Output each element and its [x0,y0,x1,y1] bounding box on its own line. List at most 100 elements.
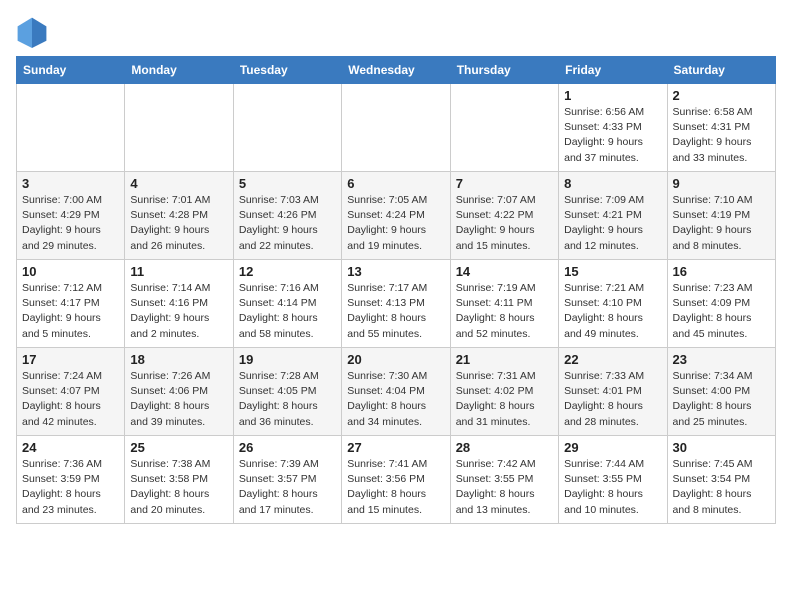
day-number: 27 [347,440,444,455]
day-number: 20 [347,352,444,367]
weekday-header-tuesday: Tuesday [233,57,341,84]
weekday-header-saturday: Saturday [667,57,775,84]
day-number: 11 [130,264,227,279]
calendar-week-1: 1Sunrise: 6:56 AM Sunset: 4:33 PM Daylig… [17,84,776,172]
weekday-header-friday: Friday [559,57,667,84]
day-number: 29 [564,440,661,455]
calendar-cell: 28 Sunrise: 7:42 AM Sunset: 3:55 PM Dayli… [450,436,558,524]
day-number: 13 [347,264,444,279]
day-info: Sunrise: 7:10 AM Sunset: 4:19 PM Dayligh… [673,193,770,254]
logo-icon [16,16,48,48]
calendar-cell: 24 Sunrise: 7:36 AM Sunset: 3:59 PM Dayli… [17,436,125,524]
calendar-cell: 20 Sunrise: 7:30 AM Sunset: 4:04 PM Dayli… [342,348,450,436]
day-number: 15 [564,264,661,279]
day-info: Sunrise: 7:42 AM Sunset: 3:55 PM Dayligh… [456,457,553,518]
calendar-cell: 25Sunrise: 7:38 AM Sunset: 3:58 PM Dayli… [125,436,233,524]
calendar-cell: 1Sunrise: 6:56 AM Sunset: 4:33 PM Daylig… [559,84,667,172]
weekday-header-monday: Monday [125,57,233,84]
calendar-week-3: 10Sunrise: 7:12 AM Sunset: 4:17 PM Dayli… [17,260,776,348]
calendar-cell: 7 Sunrise: 7:07 AM Sunset: 4:22 PM Daylig… [450,172,558,260]
day-number: 23 [673,352,770,367]
day-number: 5 [239,176,336,191]
calendar-cell: 5 Sunrise: 7:03 AM Sunset: 4:26 PM Daylig… [233,172,341,260]
day-info: Sunrise: 7:03 AM Sunset: 4:26 PM Dayligh… [239,193,336,254]
calendar-cell: 9 Sunrise: 7:10 AM Sunset: 4:19 PM Daylig… [667,172,775,260]
calendar-cell: 27 Sunrise: 7:41 AM Sunset: 3:56 PM Dayli… [342,436,450,524]
calendar-cell: 4 Sunrise: 7:01 AM Sunset: 4:28 PM Daylig… [125,172,233,260]
day-info: Sunrise: 7:33 AM Sunset: 4:01 PM Dayligh… [564,369,661,430]
day-info: Sunrise: 7:41 AM Sunset: 3:56 PM Dayligh… [347,457,444,518]
day-number: 28 [456,440,553,455]
day-info: Sunrise: 7:38 AM Sunset: 3:58 PM Dayligh… [130,457,227,518]
day-info: Sunrise: 7:45 AM Sunset: 3:54 PM Dayligh… [673,457,770,518]
day-number: 9 [673,176,770,191]
day-info: Sunrise: 7:09 AM Sunset: 4:21 PM Dayligh… [564,193,661,254]
day-number: 2 [673,88,770,103]
calendar-cell: 10Sunrise: 7:12 AM Sunset: 4:17 PM Dayli… [17,260,125,348]
calendar-cell: 12 Sunrise: 7:16 AM Sunset: 4:14 PM Dayli… [233,260,341,348]
day-info: Sunrise: 7:31 AM Sunset: 4:02 PM Dayligh… [456,369,553,430]
calendar-table: SundayMondayTuesdayWednesdayThursdayFrid… [16,56,776,524]
day-info: Sunrise: 7:14 AM Sunset: 4:16 PM Dayligh… [130,281,227,342]
day-info: Sunrise: 7:24 AM Sunset: 4:07 PM Dayligh… [22,369,119,430]
day-number: 18 [130,352,227,367]
day-info: Sunrise: 7:28 AM Sunset: 4:05 PM Dayligh… [239,369,336,430]
calendar-cell [125,84,233,172]
calendar-cell [342,84,450,172]
calendar-cell: 29 Sunrise: 7:44 AM Sunset: 3:55 PM Dayli… [559,436,667,524]
calendar-cell: 21 Sunrise: 7:31 AM Sunset: 4:02 PM Dayli… [450,348,558,436]
calendar-cell: 11 Sunrise: 7:14 AM Sunset: 4:16 PM Dayli… [125,260,233,348]
calendar-cell: 18 Sunrise: 7:26 AM Sunset: 4:06 PM Dayli… [125,348,233,436]
calendar-header-row: SundayMondayTuesdayWednesdayThursdayFrid… [17,57,776,84]
day-number: 17 [22,352,119,367]
logo [16,16,52,48]
day-number: 21 [456,352,553,367]
day-info: Sunrise: 7:39 AM Sunset: 3:57 PM Dayligh… [239,457,336,518]
calendar-cell: 26 Sunrise: 7:39 AM Sunset: 3:57 PM Dayli… [233,436,341,524]
day-number: 30 [673,440,770,455]
day-info: Sunrise: 7:34 AM Sunset: 4:00 PM Dayligh… [673,369,770,430]
day-info: Sunrise: 7:07 AM Sunset: 4:22 PM Dayligh… [456,193,553,254]
day-info: Sunrise: 7:36 AM Sunset: 3:59 PM Dayligh… [22,457,119,518]
day-number: 26 [239,440,336,455]
calendar-cell: 15 Sunrise: 7:21 AM Sunset: 4:10 PM Dayli… [559,260,667,348]
day-info: Sunrise: 7:44 AM Sunset: 3:55 PM Dayligh… [564,457,661,518]
day-info: Sunrise: 7:23 AM Sunset: 4:09 PM Dayligh… [673,281,770,342]
calendar-cell: 3 Sunrise: 7:00 AM Sunset: 4:29 PM Daylig… [17,172,125,260]
calendar-cell: 17 Sunrise: 7:24 AM Sunset: 4:07 PM Dayli… [17,348,125,436]
calendar-week-5: 24 Sunrise: 7:36 AM Sunset: 3:59 PM Dayli… [17,436,776,524]
day-number: 14 [456,264,553,279]
calendar-cell: 30 Sunrise: 7:45 AM Sunset: 3:54 PM Dayli… [667,436,775,524]
day-info: Sunrise: 7:01 AM Sunset: 4:28 PM Dayligh… [130,193,227,254]
weekday-header-wednesday: Wednesday [342,57,450,84]
calendar-cell: 13 Sunrise: 7:17 AM Sunset: 4:13 PM Dayli… [342,260,450,348]
calendar-cell: 22 Sunrise: 7:33 AM Sunset: 4:01 PM Dayli… [559,348,667,436]
day-number: 22 [564,352,661,367]
calendar-cell [17,84,125,172]
day-number: 4 [130,176,227,191]
page-header [16,16,776,48]
day-number: 10 [22,264,119,279]
day-info: Sunrise: 7:26 AM Sunset: 4:06 PM Dayligh… [130,369,227,430]
day-number: 16 [673,264,770,279]
day-number: 24 [22,440,119,455]
day-info: Sunrise: 7:16 AM Sunset: 4:14 PM Dayligh… [239,281,336,342]
day-info: Sunrise: 7:00 AM Sunset: 4:29 PM Dayligh… [22,193,119,254]
calendar-cell: 16 Sunrise: 7:23 AM Sunset: 4:09 PM Dayli… [667,260,775,348]
day-info: Sunrise: 7:21 AM Sunset: 4:10 PM Dayligh… [564,281,661,342]
day-number: 6 [347,176,444,191]
day-number: 12 [239,264,336,279]
day-info: Sunrise: 7:30 AM Sunset: 4:04 PM Dayligh… [347,369,444,430]
day-number: 1 [564,88,661,103]
day-number: 3 [22,176,119,191]
calendar-cell: 23 Sunrise: 7:34 AM Sunset: 4:00 PM Dayli… [667,348,775,436]
day-info: Sunrise: 7:05 AM Sunset: 4:24 PM Dayligh… [347,193,444,254]
day-number: 19 [239,352,336,367]
day-info: Sunrise: 6:58 AM Sunset: 4:31 PM Dayligh… [673,105,770,166]
day-info: Sunrise: 7:17 AM Sunset: 4:13 PM Dayligh… [347,281,444,342]
day-number: 7 [456,176,553,191]
day-number: 8 [564,176,661,191]
day-info: Sunrise: 7:19 AM Sunset: 4:11 PM Dayligh… [456,281,553,342]
calendar-week-4: 17 Sunrise: 7:24 AM Sunset: 4:07 PM Dayli… [17,348,776,436]
weekday-header-sunday: Sunday [17,57,125,84]
